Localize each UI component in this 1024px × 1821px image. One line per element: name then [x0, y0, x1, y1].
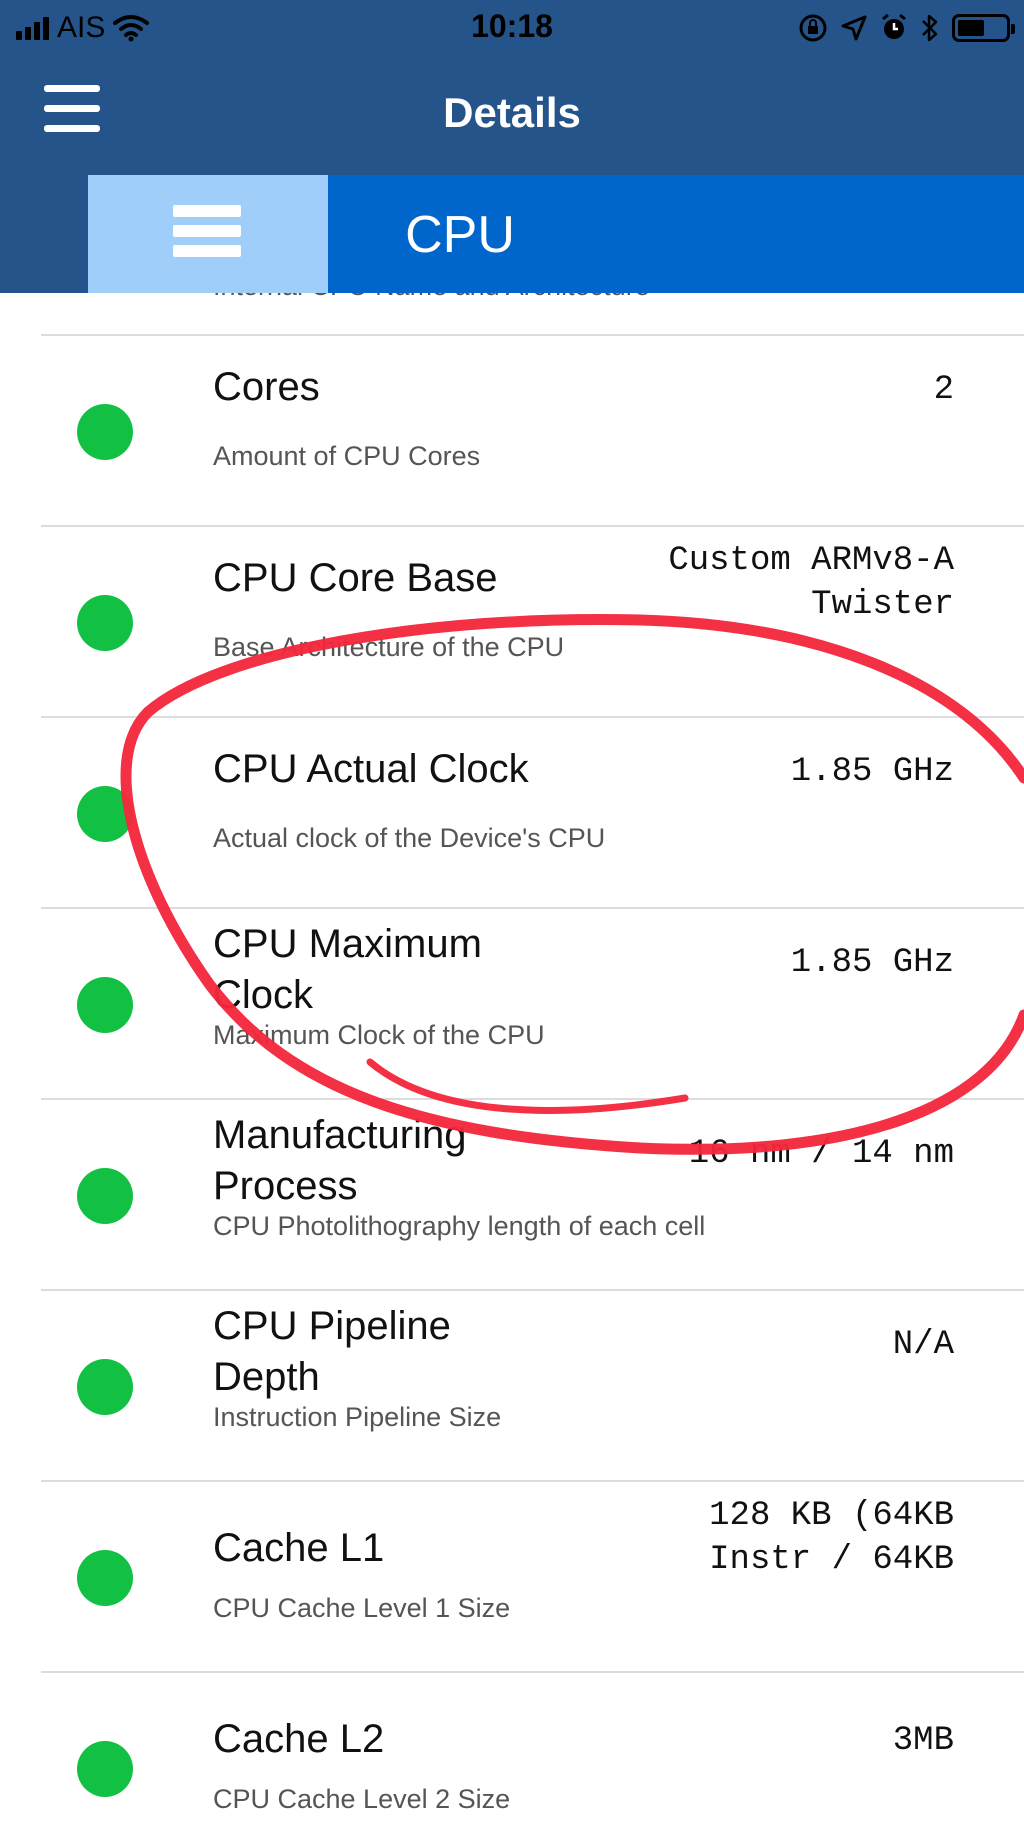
list-item[interactable]: CPU Maximum Clock Maximum Clock of the C… [0, 907, 1024, 1098]
list-item[interactable]: Cores Amount of CPU Cores 2 [0, 334, 1024, 525]
list-item[interactable]: CPU Core Base Base Architecture of the C… [0, 525, 1024, 716]
row-value: 1.85 GHz [790, 753, 954, 791]
row-title: Manufacturing Process [213, 1113, 467, 1208]
divider [41, 907, 1024, 909]
tab-cpu[interactable]: CPU [328, 205, 592, 265]
rotation-lock-icon [799, 14, 827, 42]
bluetooth-icon [922, 14, 938, 42]
status-dot-icon [77, 1550, 133, 1606]
status-right [798, 8, 1015, 48]
divider [41, 334, 1024, 336]
status-dot-icon [77, 1741, 133, 1797]
status-dot-icon [77, 1359, 133, 1415]
cpu-details-list[interactable]: Internal CPU Name and Architecture Cores… [0, 293, 1024, 1821]
status-dot-icon [77, 404, 133, 460]
divider [41, 1098, 1024, 1100]
row-title: Cache L2 [213, 1717, 385, 1761]
row-subtitle: Amount of CPU Cores [213, 441, 481, 471]
status-dot-icon [77, 786, 133, 842]
row-title: Cores [213, 365, 320, 409]
row-title: CPU Pipeline Depth [213, 1304, 451, 1399]
alarm-icon [882, 13, 906, 39]
tab-previous[interactable] [0, 175, 88, 293]
navigation-bar: Details [0, 55, 1024, 175]
status-dot-icon [77, 595, 133, 651]
row-value: 2 [933, 371, 954, 409]
row-subtitle: Actual clock of the Device's CPU [213, 823, 606, 853]
location-arrow-icon [841, 15, 867, 41]
row-subtitle: Base Architecture of the CPU [213, 632, 565, 662]
row-title: CPU Actual Clock [213, 747, 529, 791]
page-title: Details [443, 89, 581, 136]
tab-list-view[interactable] [88, 175, 328, 293]
row-title: Cache L1 [213, 1526, 385, 1570]
divider [41, 1289, 1024, 1291]
status-dot-icon [77, 1168, 133, 1224]
divider [41, 1671, 1024, 1673]
row-subtitle: CPU Photolithography length of each cell [213, 1211, 706, 1241]
row-value: Custom ARMv8-A Twister [668, 542, 954, 624]
row-value: 128 KB (64KB Instr / 64KB [709, 1497, 954, 1579]
list-item[interactable]: Cache L1 CPU Cache Level 1 Size 128 KB (… [0, 1480, 1024, 1671]
divider [41, 525, 1024, 527]
row-value: N/A [892, 1326, 954, 1364]
divider [41, 1480, 1024, 1482]
row-subtitle: CPU Cache Level 2 Size [213, 1784, 511, 1814]
row-value: 1.85 GHz [790, 944, 954, 982]
list-item[interactable]: Manufacturing Process CPU Photolithograp… [0, 1098, 1024, 1289]
row-title: CPU Maximum Clock [213, 922, 482, 1017]
list-icon [173, 205, 241, 257]
list-item[interactable]: CPU Actual Clock Actual clock of the Dev… [0, 716, 1024, 907]
category-tab-bar: CPU [0, 175, 1024, 293]
row-title: CPU Core Base [213, 556, 498, 600]
status-bar: AIS 10:18 [0, 0, 1024, 55]
row-subtitle: CPU Cache Level 1 Size [213, 1593, 511, 1623]
row-subtitle: Instruction Pipeline Size [213, 1402, 502, 1432]
row-subtitle: Internal CPU Name and Architecture [213, 293, 650, 302]
divider [41, 716, 1024, 718]
list-item[interactable]: CPU Pipeline Depth Instruction Pipeline … [0, 1289, 1024, 1480]
row-value: 3MB [892, 1722, 954, 1760]
list-item[interactable]: Cache L2 CPU Cache Level 2 Size 3MB [0, 1671, 1024, 1821]
battery-icon [952, 14, 1015, 42]
row-value: 16 nm / 14 nm [688, 1135, 954, 1173]
row-subtitle: Maximum Clock of the CPU [213, 1020, 545, 1050]
status-dot-icon [77, 977, 133, 1033]
